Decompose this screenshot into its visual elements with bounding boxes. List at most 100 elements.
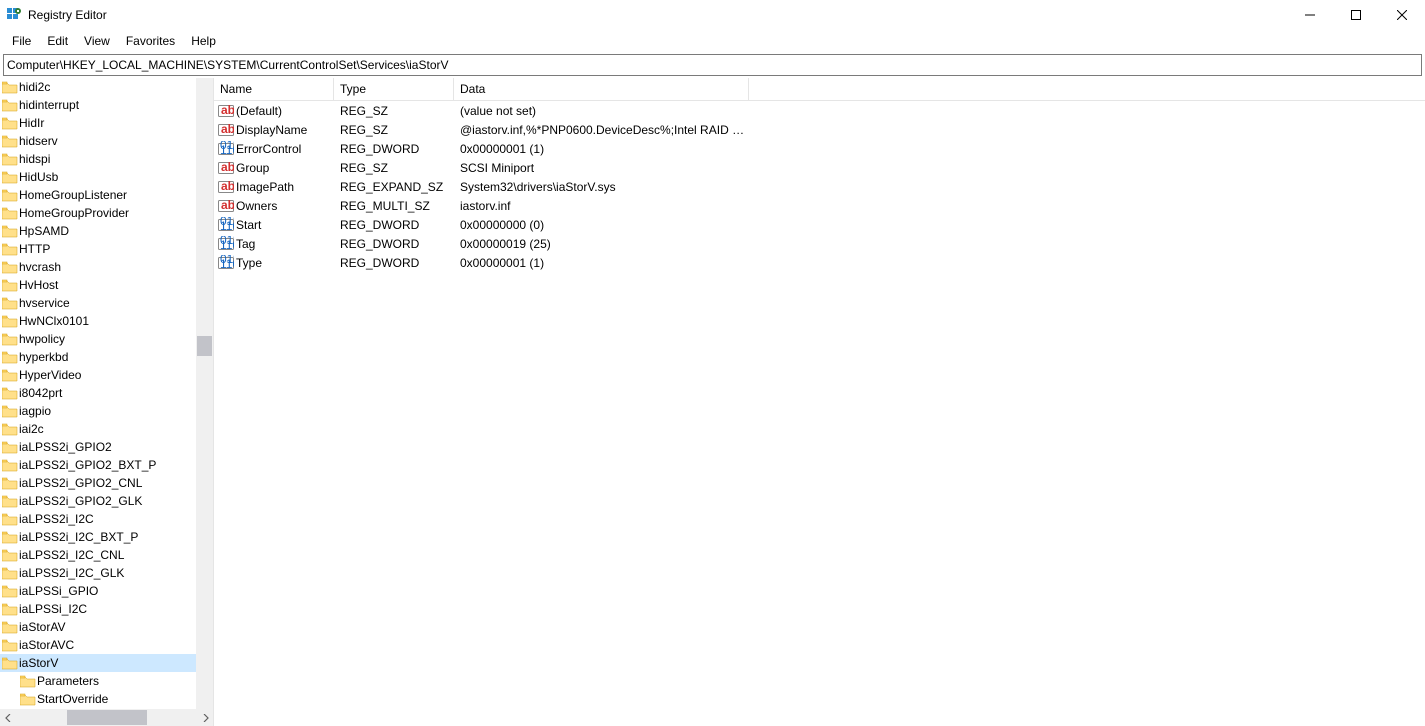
- tree-item-ialpss2i_i2c_cnl[interactable]: iaLPSS2i_I2C_CNL: [0, 546, 213, 564]
- scroll-left-arrow-icon[interactable]: [0, 709, 17, 726]
- minimize-button[interactable]: [1287, 0, 1333, 30]
- svg-text:ab: ab: [221, 103, 234, 117]
- menu-edit[interactable]: Edit: [39, 32, 76, 50]
- value-row[interactable]: abDisplayNameREG_SZ@iastorv.inf,%*PNP060…: [214, 120, 1425, 139]
- tree-item-label: iaLPSS2i_GPIO2_BXT_P: [19, 458, 156, 472]
- maximize-button[interactable]: [1333, 0, 1379, 30]
- value-row[interactable]: abImagePathREG_EXPAND_SZSystem32\drivers…: [214, 177, 1425, 196]
- tree-item-label: hidspi: [19, 152, 50, 166]
- column-header-name[interactable]: Name: [214, 78, 334, 100]
- tree-item-label: HidUsb: [19, 170, 58, 184]
- tree-item-hypervideo[interactable]: HyperVideo: [0, 366, 213, 384]
- menu-help[interactable]: Help: [183, 32, 224, 50]
- tree-scroll[interactable]: hidi2c hidinterrupt HidIrhidserv hidspi HidU…: [0, 78, 213, 709]
- folder-icon: [2, 459, 18, 472]
- tree-item-homegroupprovider[interactable]: HomeGroupProvider: [0, 204, 213, 222]
- tree-item-hidspi[interactable]: hidspi: [0, 150, 213, 168]
- menu-view[interactable]: View: [76, 32, 118, 50]
- tree-vertical-scrollthumb[interactable]: [197, 336, 212, 356]
- tree-item-hpsamd[interactable]: HpSAMD: [0, 222, 213, 240]
- column-header-data[interactable]: Data: [454, 78, 749, 100]
- tree-item-ialpss2i_gpio2_bxt_p[interactable]: iaLPSS2i_GPIO2_BXT_P: [0, 456, 213, 474]
- value-type: REG_MULTI_SZ: [334, 199, 454, 213]
- folder-icon: [2, 171, 18, 184]
- folder-icon: [2, 333, 18, 346]
- tree-item-i8042prt[interactable]: i8042prt: [0, 384, 213, 402]
- svg-text:110: 110: [220, 143, 234, 157]
- tree-item-ialpss2i_i2c[interactable]: iaLPSS2i_I2C: [0, 510, 213, 528]
- tree-item-label: StartOverride: [37, 692, 108, 706]
- svg-text:ab: ab: [221, 198, 234, 212]
- list-body[interactable]: ab(Default)REG_SZ(value not set)abDispla…: [214, 101, 1425, 726]
- tree-item-hidserv[interactable]: hidserv: [0, 132, 213, 150]
- tree-item-hwpolicy[interactable]: hwpolicy: [0, 330, 213, 348]
- tree-item-label: hwpolicy: [19, 332, 65, 346]
- value-row[interactable]: 011110ErrorControlREG_DWORD0x00000001 (1…: [214, 139, 1425, 158]
- tree-item-hyperkbd[interactable]: hyperkbd: [0, 348, 213, 366]
- value-type: REG_DWORD: [334, 218, 454, 232]
- tree-item-ialpss2i_i2c_bxt_p[interactable]: iaLPSS2i_I2C_BXT_P: [0, 528, 213, 546]
- tree-item-label: iaLPSS2i_I2C_CNL: [19, 548, 124, 562]
- folder-icon: [2, 99, 18, 112]
- tree-item-label: iaStorAV: [19, 620, 65, 634]
- scroll-right-arrow-icon[interactable]: [196, 709, 213, 726]
- tree-item-homegrouplistener[interactable]: HomeGroupListener: [0, 186, 213, 204]
- close-button[interactable]: [1379, 0, 1425, 30]
- tree-item-hidinterrupt[interactable]: hidinterrupt: [0, 96, 213, 114]
- reg-sz-icon: ab: [218, 179, 234, 195]
- folder-icon: [2, 279, 18, 292]
- tree-item-ialpss2i_gpio2_glk[interactable]: iaLPSS2i_GPIO2_GLK: [0, 492, 213, 510]
- address-text: Computer\HKEY_LOCAL_MACHINE\SYSTEM\Curre…: [7, 58, 449, 72]
- folder-icon: [2, 621, 18, 634]
- tree-item-label: hidinterrupt: [19, 98, 79, 112]
- tree-item-hidi2c[interactable]: hidi2c: [0, 78, 213, 96]
- tree-item-ialpss2i_gpio2[interactable]: iaLPSS2i_GPIO2: [0, 438, 213, 456]
- list-pane: Name Type Data ab(Default)REG_SZ(value n…: [214, 78, 1425, 726]
- tree-item-ialpss2i_i2c_glk[interactable]: iaLPSS2i_I2C_GLK: [0, 564, 213, 582]
- tree-horizontal-scrollbar[interactable]: [0, 709, 213, 726]
- folder-icon: [2, 153, 18, 166]
- tree-item-iastoravc[interactable]: iaStorAVC: [0, 636, 213, 654]
- value-type: REG_SZ: [334, 104, 454, 118]
- value-name: DisplayName: [236, 123, 307, 137]
- value-row[interactable]: 011110StartREG_DWORD0x00000000 (0): [214, 215, 1425, 234]
- folder-icon: [2, 207, 18, 220]
- tree-item-iagpio[interactable]: iagpio: [0, 402, 213, 420]
- tree-item-hidir[interactable]: HidIr: [0, 114, 213, 132]
- folder-icon: [2, 567, 18, 580]
- value-row[interactable]: 011110TagREG_DWORD0x00000019 (25): [214, 234, 1425, 253]
- value-row[interactable]: ab(Default)REG_SZ(value not set): [214, 101, 1425, 120]
- tree-h-track[interactable]: [17, 709, 196, 726]
- tree-item-ialpssi_gpio[interactable]: iaLPSSi_GPIO: [0, 582, 213, 600]
- tree-item-hvservice[interactable]: hvservice: [0, 294, 213, 312]
- tree-vertical-scrollbar[interactable]: [196, 78, 213, 709]
- tree-item-parameters[interactable]: Parameters: [0, 672, 213, 690]
- tree-item-http[interactable]: HTTP: [0, 240, 213, 258]
- tree-item-startoverride[interactable]: StartOverride: [0, 690, 213, 708]
- tree-item-hidusb[interactable]: HidUsb: [0, 168, 213, 186]
- folder-icon: [20, 675, 36, 688]
- svg-text:ab: ab: [221, 122, 234, 136]
- tree-item-hwnclx0101[interactable]: HwNClx0101: [0, 312, 213, 330]
- address-bar[interactable]: Computer\HKEY_LOCAL_MACHINE\SYSTEM\Curre…: [3, 54, 1422, 76]
- value-row[interactable]: abOwnersREG_MULTI_SZiastorv.inf: [214, 196, 1425, 215]
- tree-item-label: iaLPSSi_I2C: [19, 602, 87, 616]
- tree-item-label: i8042prt: [19, 386, 62, 400]
- tree-item-iastorav[interactable]: iaStorAV: [0, 618, 213, 636]
- value-row[interactable]: 011110TypeREG_DWORD0x00000001 (1): [214, 253, 1425, 272]
- value-type: REG_EXPAND_SZ: [334, 180, 454, 194]
- column-header-type[interactable]: Type: [334, 78, 454, 100]
- tree-item-label: HyperVideo: [19, 368, 81, 382]
- menu-file[interactable]: File: [4, 32, 39, 50]
- tree-item-iai2c[interactable]: iai2c: [0, 420, 213, 438]
- tree-item-hvcrash[interactable]: hvcrash: [0, 258, 213, 276]
- menu-favorites[interactable]: Favorites: [118, 32, 183, 50]
- tree-item-iastorv[interactable]: iaStorV: [0, 654, 213, 672]
- value-row[interactable]: abGroupREG_SZSCSI Miniport: [214, 158, 1425, 177]
- tree-h-thumb[interactable]: [67, 710, 147, 725]
- folder-icon: [2, 225, 18, 238]
- tree-item-ialpssi_i2c[interactable]: iaLPSSi_I2C: [0, 600, 213, 618]
- folder-icon: [2, 189, 18, 202]
- tree-item-ialpss2i_gpio2_cnl[interactable]: iaLPSS2i_GPIO2_CNL: [0, 474, 213, 492]
- tree-item-hvhost[interactable]: HvHost: [0, 276, 213, 294]
